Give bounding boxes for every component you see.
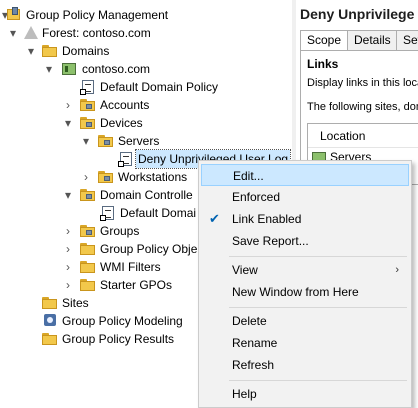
ou-folder-icon [98, 169, 114, 185]
tab-details[interactable]: Details [347, 30, 398, 50]
gpo-link-icon [118, 151, 134, 167]
expand-icon[interactable]: › [62, 258, 74, 276]
tree-item-label: Default Domain Policy [100, 80, 219, 94]
tree-item-label: Forest: contoso.com [42, 26, 151, 40]
tree-item-label: WMI Filters [100, 260, 161, 274]
menu-item-refresh[interactable]: Refresh [201, 354, 409, 376]
details-tabs: Scope Details Settir [300, 30, 418, 51]
menu-item-new-window[interactable]: New Window from Here [201, 281, 409, 303]
collapse-icon[interactable]: ▾ [43, 60, 55, 78]
ou-folder-icon [80, 187, 96, 203]
tree-item-label: Sites [62, 296, 89, 310]
folder-icon [80, 241, 96, 257]
tree-item-label: Devices [100, 116, 143, 130]
menu-item-delete[interactable]: Delete [201, 310, 409, 332]
collapse-icon[interactable]: ▾ [62, 114, 74, 132]
context-menu: Edit... Enforced ✔ Link Enabled Save Rep… [198, 160, 412, 408]
tree-item-label: Group Policy Obje [100, 242, 198, 256]
modeling-icon [42, 313, 58, 329]
submenu-arrow-icon: › [395, 264, 399, 276]
ou-folder-icon [80, 223, 96, 239]
menu-item-save-report[interactable]: Save Report... [201, 230, 409, 252]
following-sites-text: The following sites, dom [307, 101, 418, 113]
tree-item-label: Domain Controlle [100, 188, 193, 202]
gpo-link-icon [80, 79, 96, 95]
menu-item-label: View [232, 263, 258, 277]
menu-item-label: Refresh [232, 358, 275, 372]
folder-icon [42, 295, 58, 311]
folder-icon [42, 43, 58, 59]
menu-item-label: New Window from Here [232, 285, 359, 299]
collapse-icon[interactable]: ▾ [25, 42, 37, 60]
ou-folder-icon [80, 115, 96, 131]
collapse-icon[interactable]: ▾ [7, 24, 19, 42]
expand-icon[interactable]: › [62, 276, 74, 294]
tree-item-label: Servers [118, 134, 160, 148]
menu-item-view[interactable]: View › [201, 259, 409, 281]
menu-item-edit[interactable]: Edit... [201, 164, 409, 186]
expand-icon[interactable]: › [62, 96, 74, 114]
menu-item-label: Link Enabled [232, 212, 302, 226]
menu-item-rename[interactable]: Rename [201, 332, 409, 354]
tree-item-label: Domains [62, 44, 110, 58]
display-links-label: Display links in this loca [307, 77, 418, 89]
column-header-location[interactable]: Location [308, 124, 418, 148]
menu-separator [229, 307, 407, 308]
menu-item-label: Save Report... [232, 234, 309, 248]
menu-item-label: Delete [232, 314, 267, 328]
checkmark-icon: ✔ [209, 211, 220, 226]
menu-item-enforced[interactable]: Enforced [201, 186, 409, 208]
ou-folder-icon [98, 133, 114, 149]
tree-item-label: Group Policy Management [26, 8, 169, 22]
collapse-icon[interactable]: ▾ [62, 186, 74, 204]
domain-icon [61, 61, 77, 77]
tree-item-label: Groups [100, 224, 140, 238]
ou-folder-icon [80, 97, 96, 113]
forest-icon [22, 25, 38, 41]
gpm-root-icon [6, 7, 22, 23]
tab-settings[interactable]: Settir [396, 30, 418, 50]
menu-separator [229, 380, 407, 381]
expand-icon[interactable]: › [80, 168, 92, 186]
tree-item-label: Starter GPOs [100, 278, 173, 292]
tab-scope[interactable]: Scope [300, 30, 349, 51]
menu-item-label: Edit... [233, 169, 264, 183]
collapse-icon[interactable]: ▾ [80, 132, 92, 150]
gpo-link-icon [100, 205, 116, 221]
menu-item-label: Rename [232, 336, 278, 350]
expand-icon[interactable]: › [62, 222, 74, 240]
tree-item-label: Group Policy Modeling [62, 314, 183, 328]
menu-item-help[interactable]: Help [201, 383, 409, 405]
folder-icon [42, 331, 58, 347]
details-title: Deny Unprivilege [300, 6, 415, 22]
tree-item-label: Default Domai [120, 206, 197, 220]
tree-item-label: Workstations [118, 170, 188, 184]
tree-item-label: contoso.com [82, 62, 151, 76]
expand-icon[interactable]: › [62, 240, 74, 258]
menu-separator [229, 256, 407, 257]
links-heading: Links [307, 57, 339, 71]
menu-item-label: Enforced [232, 190, 281, 204]
tree-item-label: Accounts [100, 98, 150, 112]
folder-icon [80, 277, 96, 293]
folder-icon [80, 259, 96, 275]
tree-item-label: Group Policy Results [62, 332, 175, 346]
menu-item-link-enabled[interactable]: ✔ Link Enabled [201, 208, 409, 230]
menu-item-label: Help [232, 387, 257, 401]
